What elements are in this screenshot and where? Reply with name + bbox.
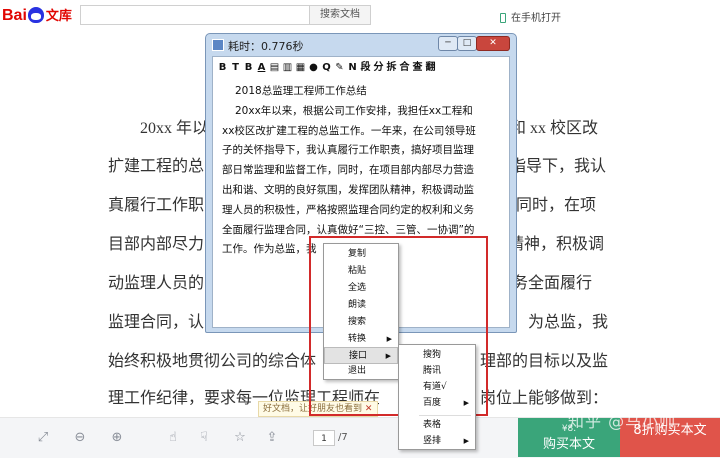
doc-line-right: 精神，积极调 xyxy=(508,236,605,253)
minimize-button[interactable]: ─ xyxy=(438,36,458,51)
fullscreen-icon[interactable]: ⤢ xyxy=(36,431,50,445)
submenu-item-tencent[interactable]: 腾讯 xyxy=(399,363,475,380)
paint-icon[interactable]: ● xyxy=(308,61,319,75)
page-total: /7 xyxy=(338,432,348,443)
font-color-icon[interactable]: A xyxy=(256,61,267,75)
translate-button[interactable]: 翻 xyxy=(425,61,436,75)
doc-line: 监理合同，认 xyxy=(108,314,205,331)
submenu-arrow-icon: ▶ xyxy=(463,437,469,445)
edit-icon[interactable]: ✎ xyxy=(334,61,345,75)
merge-button[interactable]: 合 xyxy=(399,61,410,75)
menu-item-copy[interactable]: 复制 xyxy=(324,246,398,263)
doc-line: 目部内部尽力 xyxy=(108,236,205,253)
text-icon[interactable]: T xyxy=(230,61,241,75)
submenu-item-baidu-label: 百度 xyxy=(423,398,442,408)
doc-line: 20xx 年以 xyxy=(140,120,209,137)
paragraph-button[interactable]: 段 xyxy=(360,61,371,75)
share-icon[interactable]: ⇪ xyxy=(265,431,279,445)
search-input[interactable] xyxy=(80,5,310,25)
baidu-wenku-logo[interactable]: Bai 文库 xyxy=(2,7,72,25)
bold-icon[interactable]: B xyxy=(243,61,254,75)
watermark: 知乎 @马小帅 xyxy=(568,412,677,431)
n-icon[interactable]: N xyxy=(347,61,358,75)
submenu-item-vertical-label: 竖排 xyxy=(423,436,442,446)
text-line: xx校区改扩建工程的总监工作。一年来，在公司领导班 xyxy=(222,124,476,137)
align-center-icon[interactable]: ▥ xyxy=(282,61,293,75)
search-icon[interactable]: Q xyxy=(321,61,332,75)
doc-line-right: 和 xx 校区改 xyxy=(510,120,599,137)
submenu-item-vertical[interactable]: 竖排 ▶ xyxy=(399,433,475,450)
submenu-item-youdao[interactable]: 有道√ xyxy=(399,379,475,396)
doc-line-right: 指导下，我认 xyxy=(510,158,607,175)
align-left-icon[interactable]: ▤ xyxy=(269,61,280,75)
paw-logo-icon xyxy=(27,7,44,23)
bold-box-icon[interactable]: B xyxy=(217,61,228,75)
doc-line-right: 理部的目标以及监 xyxy=(480,353,609,370)
top-bar: Bai 文库 搜索文档 在手机打开 xyxy=(0,0,720,34)
logo-bai: Bai xyxy=(2,7,27,24)
menu-item-exit[interactable]: 退出 xyxy=(324,363,398,380)
split-button[interactable]: 分 xyxy=(373,61,384,75)
search-button[interactable]: 搜索文档 xyxy=(309,5,371,25)
window-toolbar: B T B A ▤ ▥ ▦ ● Q ✎ N 段 分 拆 合 查 翻 xyxy=(217,61,436,77)
submenu-item-baidu[interactable]: 百度 ▶ xyxy=(399,395,475,412)
window-title-text: 耗时：0.776秒 xyxy=(228,40,304,53)
menu-item-interface-label: 接口 xyxy=(349,351,368,361)
doc-line-right: 为总监，我 xyxy=(528,314,609,331)
recognized-text[interactable]: 2018总监理工程师工作总结 20xx年以来，根据公司工作安排，我担任xx工程和… xyxy=(222,82,507,260)
open-on-phone-link[interactable]: 在手机打开 xyxy=(500,9,561,24)
zoom-in-icon[interactable]: ⊕ xyxy=(110,431,124,445)
maximize-button[interactable]: □ xyxy=(457,36,477,51)
buy-label: 购买本文 xyxy=(542,437,595,452)
logo-wenku: 文库 xyxy=(45,8,72,23)
align-right-icon[interactable]: ▦ xyxy=(295,61,306,75)
submenu-item-table[interactable]: 表格 xyxy=(399,417,475,434)
doc-line-right: 岗位上能够做到： xyxy=(480,390,609,407)
doc-line: 始终积极地贯彻公司的综合体 xyxy=(108,353,317,370)
doc-line: 扩建工程的总 xyxy=(108,158,205,175)
menu-item-convert[interactable]: 转换 ▶ xyxy=(324,331,398,348)
window-title: 耗时：0.776秒 xyxy=(212,38,304,54)
text-line: 20xx年以来，根据公司工作安排，我担任xx工程和 xyxy=(235,104,473,117)
menu-separator xyxy=(419,415,471,416)
submenu-arrow-icon: ▶ xyxy=(386,335,392,343)
thumbs-up-icon[interactable]: ☝ xyxy=(166,431,180,445)
text-line: 子的关怀指导下，我认真履行工作职责，搞好项目监理 xyxy=(222,144,474,157)
submenu-item-sogou[interactable]: 搜狗 xyxy=(399,347,475,364)
text-line: 2018总监理工程师工作总结 xyxy=(235,85,367,97)
text-line: 部日常监理和监督工作，同时，在项目部内部尽力营造 xyxy=(222,164,474,177)
interface-submenu: 搜狗 腾讯 有道√ 百度 ▶ 表格 竖排 ▶ xyxy=(398,344,476,450)
break-button[interactable]: 拆 xyxy=(386,61,397,75)
zoom-out-icon[interactable]: ⊖ xyxy=(73,431,87,445)
text-line: 理人员的积极性，严格按照监理合同约定的权利和义务 xyxy=(222,203,474,216)
doc-line-right: 同时，在项 xyxy=(516,197,597,214)
submenu-arrow-icon: ▶ xyxy=(463,399,469,407)
app-icon xyxy=(212,39,224,51)
menu-item-select-all[interactable]: 全选 xyxy=(324,280,398,297)
doc-line: 真履行工作职 xyxy=(108,197,205,214)
context-menu: 复制 粘贴 全选 朗读 搜索 转换 ▶ 接口 ▶ 退出 xyxy=(323,243,399,380)
text-line: 出和谐、文明的良好氛围，发挥团队精神，积极调动监 xyxy=(222,183,474,196)
menu-item-interface[interactable]: 接口 ▶ xyxy=(324,347,398,364)
close-window-button[interactable]: ✕ xyxy=(476,36,510,51)
menu-item-search[interactable]: 搜索 xyxy=(324,314,398,331)
thumbs-down-icon[interactable]: ☟ xyxy=(197,431,211,445)
lookup-button[interactable]: 查 xyxy=(412,61,423,75)
menu-item-paste[interactable]: 粘贴 xyxy=(324,263,398,280)
open-on-phone-label: 在手机打开 xyxy=(511,13,561,24)
page-number-input[interactable]: 1 xyxy=(313,430,335,446)
phone-icon xyxy=(500,13,506,23)
star-icon[interactable]: ☆ xyxy=(233,431,247,445)
menu-item-read-aloud[interactable]: 朗读 xyxy=(324,297,398,314)
doc-line: 动监理人员的 xyxy=(108,275,205,292)
menu-item-convert-label: 转换 xyxy=(348,334,367,344)
